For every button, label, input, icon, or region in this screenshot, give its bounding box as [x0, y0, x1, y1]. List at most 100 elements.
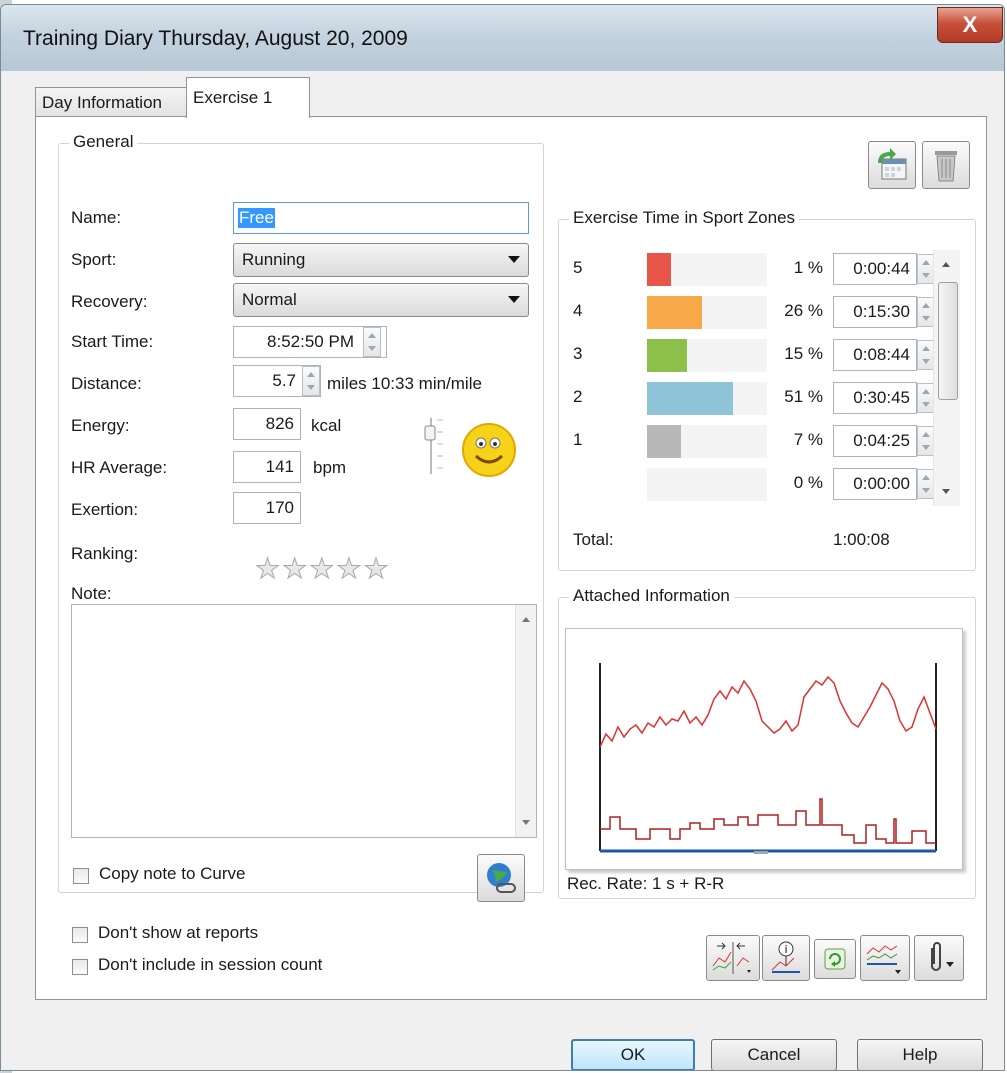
zone-time-input[interactable]: 0:15:30 — [833, 296, 917, 328]
attachment-button[interactable] — [914, 935, 964, 981]
copy-note-label: Copy note to Curve — [99, 864, 246, 883]
name-input-value: Free — [238, 208, 275, 228]
svg-text:i: i — [784, 943, 787, 956]
ranking-label: Ranking: — [71, 544, 139, 563]
chevron-down-icon — [508, 296, 520, 303]
general-group-label: General — [69, 132, 138, 152]
hr-average-value: 141 — [265, 457, 294, 476]
smiley-icon — [461, 422, 517, 483]
zones-total-label: Total: — [573, 530, 614, 549]
chevron-down-icon — [508, 256, 520, 263]
curve-menu-button[interactable] — [860, 935, 910, 981]
zone-percent: 1 % — [793, 258, 823, 277]
zone-number: 1 — [573, 430, 583, 449]
zone-time-value: 0:15:30 — [853, 302, 910, 321]
exercise-panel: General Name: Free Sport: Running Recove… — [35, 116, 987, 1000]
rating-star-icon[interactable]: ★ — [282, 554, 308, 583]
attached-info-group: Attached Information Rec. Rate: 1 s + R-… — [558, 586, 976, 899]
zone-number: 4 — [573, 301, 583, 320]
zone-number: 2 — [573, 387, 583, 406]
zone-row: 3 15 % 0:08:44 — [559, 336, 935, 376]
curve-menu-icon — [866, 945, 901, 974]
dont-show-reports-checkbox[interactable] — [72, 927, 88, 943]
refresh-button[interactable] — [814, 939, 856, 979]
dont-show-reports-label: Don't show at reports — [98, 923, 259, 942]
ranking-stars[interactable]: ★ ★ ★ ★ ★ — [254, 554, 389, 583]
zone-number: 5 — [573, 258, 583, 277]
rating-star-icon[interactable]: ★ — [254, 554, 280, 583]
start-time-spinner[interactable] — [363, 327, 381, 357]
trash-icon — [935, 151, 957, 182]
compare-button[interactable] — [706, 935, 760, 981]
zone-time-value: 0:00:00 — [853, 474, 910, 493]
start-time-label: Start Time: — [71, 332, 154, 351]
zone-number: 3 — [573, 344, 583, 363]
sport-label: Sport: — [71, 250, 117, 269]
zone-time-value: 0:30:45 — [853, 388, 910, 407]
web-link-button[interactable] — [477, 854, 525, 902]
note-label: Note: — [71, 584, 112, 603]
energy-unit: kcal — [311, 416, 342, 435]
distance-label: Distance: — [71, 374, 142, 393]
exertion-label: Exertion: — [71, 500, 139, 519]
cancel-button[interactable]: Cancel — [711, 1039, 837, 1070]
tab-day-information[interactable]: Day Information — [35, 87, 189, 118]
energy-value: 826 — [265, 414, 294, 433]
energy-input[interactable]: 826 — [233, 408, 301, 440]
zone-percent: 15 % — [784, 344, 823, 363]
curve-preview[interactable] — [565, 628, 963, 870]
attached-info-label: Attached Information — [569, 586, 734, 606]
note-scrollbar[interactable] — [515, 605, 536, 837]
hr-average-input[interactable]: 141 — [233, 451, 301, 483]
zone-time-input[interactable]: 0:08:44 — [833, 339, 917, 371]
recovery-select[interactable]: Normal — [233, 283, 529, 317]
refresh-icon — [824, 948, 846, 970]
sport-zones-label: Exercise Time in Sport Zones — [569, 208, 800, 228]
distance-spinner[interactable] — [302, 366, 320, 396]
ok-button[interactable]: OK — [571, 1039, 695, 1070]
training-diary-dialog: Training Diary Thursday, August 20, 2009… — [0, 4, 1005, 1071]
zone-percent: 0 % — [793, 473, 823, 492]
name-input[interactable]: Free — [233, 202, 529, 234]
copy-to-calendar-button[interactable] — [868, 141, 916, 189]
close-button[interactable]: X — [937, 7, 1003, 43]
name-label: Name: — [71, 208, 122, 227]
zone-row: 1 7 % 0:04:25 — [559, 422, 935, 462]
zone-time-value: 0:04:25 — [853, 431, 910, 450]
zone-percent: 51 % — [784, 387, 823, 406]
window-title: Training Diary Thursday, August 20, 2009 — [23, 27, 408, 50]
zone-row: 0 % 0:00:00 — [559, 465, 935, 505]
note-textarea[interactable] — [71, 604, 537, 838]
compare-icon — [712, 942, 751, 974]
feeling-slider[interactable] — [421, 414, 447, 478]
info-marker-button[interactable]: i — [762, 935, 810, 981]
sport-select[interactable]: Running — [233, 243, 529, 277]
copy-note-checkbox[interactable] — [73, 868, 89, 884]
rating-star-icon[interactable]: ★ — [336, 554, 362, 583]
dont-include-session-label: Don't include in session count — [98, 955, 323, 974]
web-link-icon — [487, 863, 516, 893]
rec-rate-label: Rec. Rate: 1 s + R-R — [567, 874, 725, 893]
tab-exercise-1[interactable]: Exercise 1 — [186, 77, 310, 118]
zone-percent: 26 % — [784, 301, 823, 320]
start-time-value: 8:52:50 PM — [267, 332, 354, 351]
title-bar: Training Diary Thursday, August 20, 2009… — [1, 5, 1004, 71]
exertion-input[interactable]: 170 — [233, 492, 301, 524]
delete-exercise-button[interactable] — [922, 141, 970, 189]
zone-time-input[interactable]: 0:04:25 — [833, 425, 917, 457]
zones-scrollbar[interactable] — [933, 250, 960, 506]
zone-time-input[interactable]: 0:00:44 — [833, 253, 917, 285]
dont-include-session-checkbox[interactable] — [72, 959, 88, 975]
rating-star-icon[interactable]: ★ — [363, 554, 389, 583]
zone-bar — [647, 425, 681, 458]
help-button[interactable]: Help — [857, 1039, 983, 1070]
zone-bar — [647, 296, 702, 329]
rating-star-icon[interactable]: ★ — [309, 554, 335, 583]
distance-unit: miles 10:33 min/mile — [327, 374, 482, 393]
zone-time-input[interactable]: 0:00:00 — [833, 468, 917, 500]
attachment-icon — [931, 942, 954, 971]
info-marker-icon: i — [771, 941, 800, 973]
distance-value: 5.7 — [272, 371, 296, 390]
zone-time-input[interactable]: 0:30:45 — [833, 382, 917, 414]
zone-row: 5 1 % 0:00:44 — [559, 250, 935, 290]
